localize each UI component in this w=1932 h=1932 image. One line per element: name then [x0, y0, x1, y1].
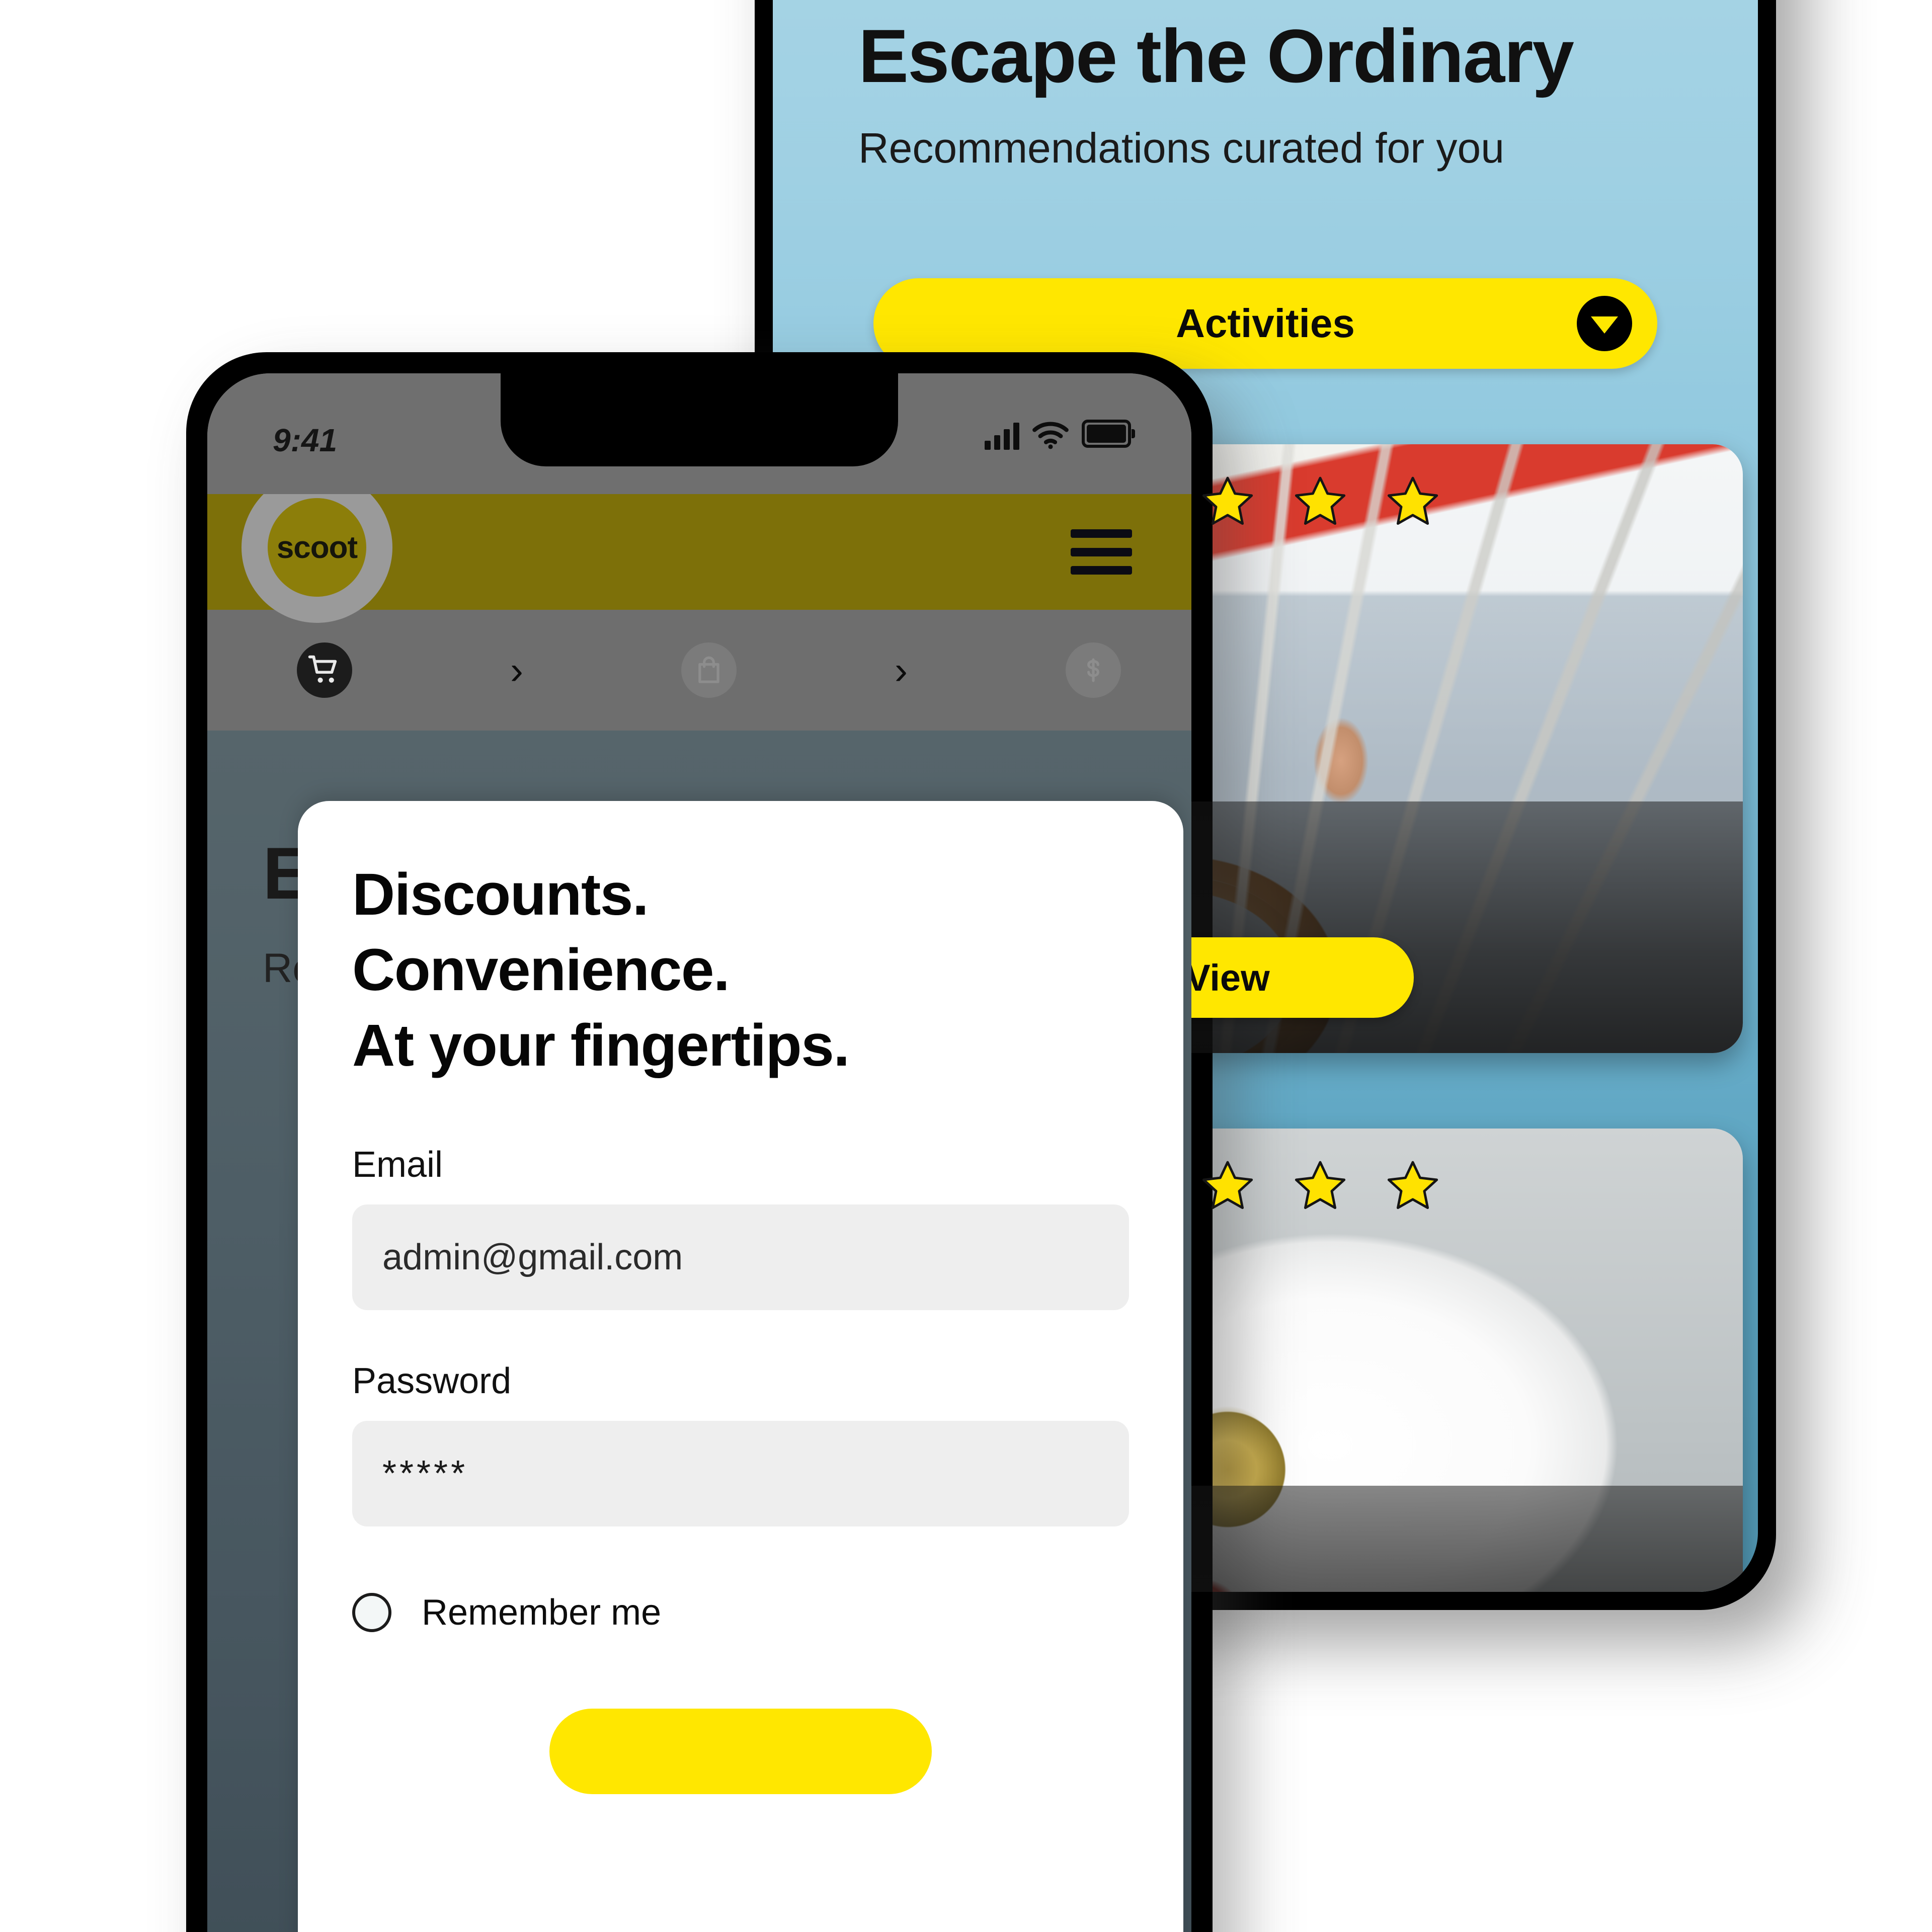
- email-field-value: admin@gmail.com: [382, 1237, 683, 1277]
- device-notch: [501, 373, 898, 466]
- star-icon: [1202, 476, 1253, 525]
- shopping-bag-icon[interactable]: [681, 642, 737, 698]
- radio-unchecked-icon[interactable]: [352, 1592, 391, 1632]
- cart-glyph: [308, 655, 337, 683]
- login-headline-line-2: Convenience.: [352, 936, 730, 1003]
- screenshot-stage: Escape the Ordinary Recommendations cura…: [0, 0, 1932, 1932]
- front-phone-device: Escape the Ordinary Recommendations cura…: [186, 352, 1213, 1932]
- chevron-right-icon: ›: [352, 651, 681, 690]
- chevron-right-icon: ›: [737, 651, 1066, 690]
- front-phone-screen: Escape the Ordinary Recommendations cura…: [207, 373, 1191, 1932]
- password-field-value: *****: [382, 1453, 468, 1494]
- cellular-signal-icon: [985, 422, 1019, 450]
- wifi-icon: [1032, 422, 1069, 449]
- status-bar-icons: [985, 420, 1135, 450]
- email-field[interactable]: admin@gmail.com: [352, 1204, 1129, 1310]
- star-icon: [1202, 1161, 1253, 1210]
- activities-button-label: Activities: [1176, 301, 1355, 346]
- view-button-label: View: [1185, 956, 1270, 999]
- login-submit-button[interactable]: [549, 1708, 932, 1794]
- hamburger-bar: [1071, 547, 1132, 556]
- hamburger-bar: [1071, 566, 1132, 575]
- app-bar: scoot: [207, 472, 1191, 623]
- login-headline-line-3: At your fingertips.: [352, 1012, 850, 1079]
- star-icon: [1295, 476, 1346, 525]
- chevron-right-glyph: ›: [510, 648, 523, 692]
- star-icon: [1387, 1161, 1438, 1210]
- login-sheet: Discounts. Convenience. At your fingertips…: [298, 801, 1183, 1932]
- breadcrumb: › ›: [207, 610, 1191, 731]
- back-hero-subtitle: Recommendations curated for you: [858, 124, 1504, 172]
- scoot-logo-inner: scoot: [268, 498, 366, 597]
- star-icon: [1295, 1161, 1346, 1210]
- password-field[interactable]: *****: [352, 1420, 1129, 1526]
- login-headline: Discounts. Convenience. At your fingertips…: [352, 857, 1129, 1084]
- password-field-label: Password: [352, 1360, 512, 1401]
- remember-me-row[interactable]: Remember me: [352, 1592, 1129, 1633]
- dollar-coin-icon[interactable]: [1066, 642, 1121, 698]
- back-phone-hero: Escape the Ordinary Recommendations cura…: [773, 0, 1758, 369]
- bag-glyph: [698, 656, 719, 683]
- email-field-label: Email: [352, 1144, 443, 1185]
- hamburger-menu-icon[interactable]: [1071, 529, 1132, 575]
- scoot-logo-text: scoot: [276, 530, 358, 565]
- battery-icon: [1082, 420, 1135, 448]
- remember-me-label: Remember me: [422, 1592, 662, 1633]
- hamburger-bar: [1071, 529, 1132, 538]
- chevron-right-glyph: ›: [895, 648, 908, 692]
- chevron-down-icon[interactable]: [1577, 296, 1632, 351]
- status-bar-time: 9:41: [273, 422, 338, 458]
- scoot-logo[interactable]: scoot: [242, 472, 392, 623]
- star-icon: [1387, 476, 1438, 525]
- login-headline-line-1: Discounts.: [352, 861, 649, 928]
- shopping-cart-icon[interactable]: [297, 642, 352, 698]
- chevron-down-triangle: [1591, 316, 1618, 334]
- back-hero-title: Escape the Ordinary: [858, 14, 1574, 98]
- dollar-glyph: [1087, 658, 1099, 682]
